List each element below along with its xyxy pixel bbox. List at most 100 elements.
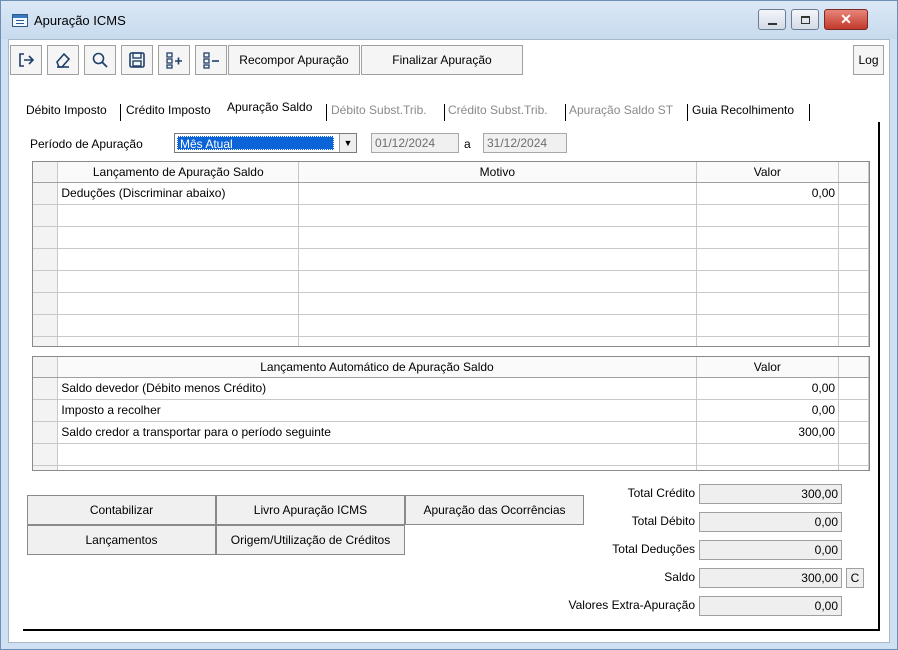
exit-button[interactable] [10,45,42,75]
grid-lancamentos-apuracao[interactable]: Lançamento de Apuração Saldo Motivo Valo… [32,161,870,347]
minimize-button[interactable] [758,9,786,30]
table-row[interactable] [33,292,869,315]
livro-apuracao-icms-button[interactable]: Livro Apuração ICMS [216,495,405,525]
row-indicator-header [33,162,59,183]
tab-apuracao-saldo-st[interactable]: Apuração Saldo ST [567,102,675,122]
tab-apuracao-saldo[interactable]: Apuração Saldo [225,99,314,119]
table-cell[interactable] [57,204,300,227]
table-cell[interactable] [298,314,697,337]
column-header[interactable]: Lançamento de Apuração Saldo [57,162,300,183]
total-debito-label: Total Débito [631,514,695,528]
table-cell[interactable]: 300,00 [696,421,840,444]
table-cell[interactable]: 0,00 [696,182,840,205]
table-cell[interactable] [298,182,697,205]
total-debito-field: 0,00 [699,512,842,532]
apuracao-ocorrencias-button[interactable]: Apuração das Ocorrências [405,495,584,525]
valores-extra-apuracao-field: 0,00 [699,596,842,616]
save-icon [129,52,145,68]
column-header[interactable]: Valor [696,162,840,183]
table-cell[interactable]: 0,00 [696,399,840,422]
date-to-field[interactable]: 31/12/2024 [483,133,567,153]
table-cell[interactable] [298,292,697,315]
column-header-filler [838,357,869,378]
periodo-select[interactable]: Mês Atual ▼ [174,133,357,153]
row-indicator [33,314,59,337]
column-header[interactable]: Motivo [298,162,697,183]
finalizar-apuracao-button[interactable]: Finalizar Apuração [361,45,523,75]
table-cell[interactable] [696,248,840,271]
remove-row-button[interactable] [195,45,227,75]
table-row[interactable] [33,443,869,466]
column-header[interactable]: Lançamento Automático de Apuração Saldo [57,357,697,378]
table-cell[interactable] [57,465,697,470]
table-cell[interactable] [57,270,300,293]
table-cell[interactable] [298,336,697,346]
table-cell[interactable] [696,465,840,470]
table-row[interactable] [33,465,869,470]
recompor-apuracao-button[interactable]: Recompor Apuração [228,45,360,75]
table-row[interactable]: Saldo credor a transportar para o períod… [33,421,869,444]
table-row[interactable]: Deduções (Discriminar abaixo) 0,00 [33,182,869,205]
save-button[interactable] [121,45,153,75]
window-title: Apuração ICMS [34,13,126,28]
tab-debito-subst-trib[interactable]: Débito Subst.Trib. [329,102,429,122]
table-cell[interactable] [696,226,840,249]
saldo-tipo-field: C [846,568,864,588]
row-indicator [33,377,59,400]
remove-row-icon [203,52,219,69]
table-cell[interactable] [298,226,697,249]
date-from-field[interactable]: 01/12/2024 [371,133,459,153]
table-row[interactable] [33,226,869,249]
table-row[interactable] [33,336,869,346]
row-indicator [33,204,59,227]
table-cell[interactable] [57,314,300,337]
table-cell[interactable] [298,204,697,227]
table-cell[interactable] [298,270,697,293]
search-button[interactable] [84,45,116,75]
table-row[interactable] [33,314,869,337]
table-cell[interactable]: Imposto a recolher [57,399,697,422]
table-cell[interactable] [57,248,300,271]
clear-button[interactable] [47,45,79,75]
table-cell[interactable] [696,292,840,315]
tab-guia-recolhimento[interactable]: Guia Recolhimento [690,102,796,122]
contabilizar-button[interactable]: Contabilizar [27,495,216,525]
table-cell[interactable] [696,443,840,466]
table-cell[interactable]: Deduções (Discriminar abaixo) [57,182,300,205]
table-cell[interactable] [696,336,840,346]
table-cell-filler [838,182,869,205]
maximize-button[interactable] [791,9,819,30]
title-bar[interactable]: Apuração ICMS ✕ [1,1,897,39]
table-cell[interactable] [696,204,840,227]
table-row[interactable] [33,204,869,227]
column-header[interactable]: Valor [696,357,840,378]
table-cell-filler [838,421,869,444]
table-cell[interactable]: 0,00 [696,377,840,400]
table-cell[interactable] [298,248,697,271]
tab-separator [326,104,327,121]
chevron-down-icon[interactable]: ▼ [339,134,356,152]
close-button[interactable]: ✕ [824,9,868,30]
table-cell[interactable]: Saldo devedor (Débito menos Crédito) [57,377,697,400]
add-row-button[interactable] [158,45,190,75]
table-cell[interactable] [57,292,300,315]
tab-credito-imposto[interactable]: Crédito Imposto [124,102,213,122]
row-indicator-header [33,357,59,378]
origem-utilizacao-creditos-button[interactable]: Origem/Utilização de Créditos [216,525,405,555]
table-row[interactable]: Imposto a recolher 0,00 [33,399,869,422]
table-row[interactable] [33,248,869,271]
tab-separator [565,104,566,121]
tab-debito-imposto[interactable]: Débito Imposto [24,102,109,122]
table-cell[interactable] [57,226,300,249]
table-cell[interactable] [57,443,697,466]
table-cell[interactable]: Saldo credor a transportar para o períod… [57,421,697,444]
table-cell[interactable] [696,270,840,293]
log-button[interactable]: Log [853,45,884,75]
lancamentos-button[interactable]: Lançamentos [27,525,216,555]
tab-credito-subst-trib[interactable]: Crédito Subst.Trib. [446,102,550,122]
table-row[interactable] [33,270,869,293]
grid-lancamentos-automaticos[interactable]: Lançamento Automático de Apuração Saldo … [32,356,870,471]
table-cell[interactable] [57,336,300,346]
table-row[interactable]: Saldo devedor (Débito menos Crédito) 0,00 [33,377,869,400]
table-cell[interactable] [696,314,840,337]
